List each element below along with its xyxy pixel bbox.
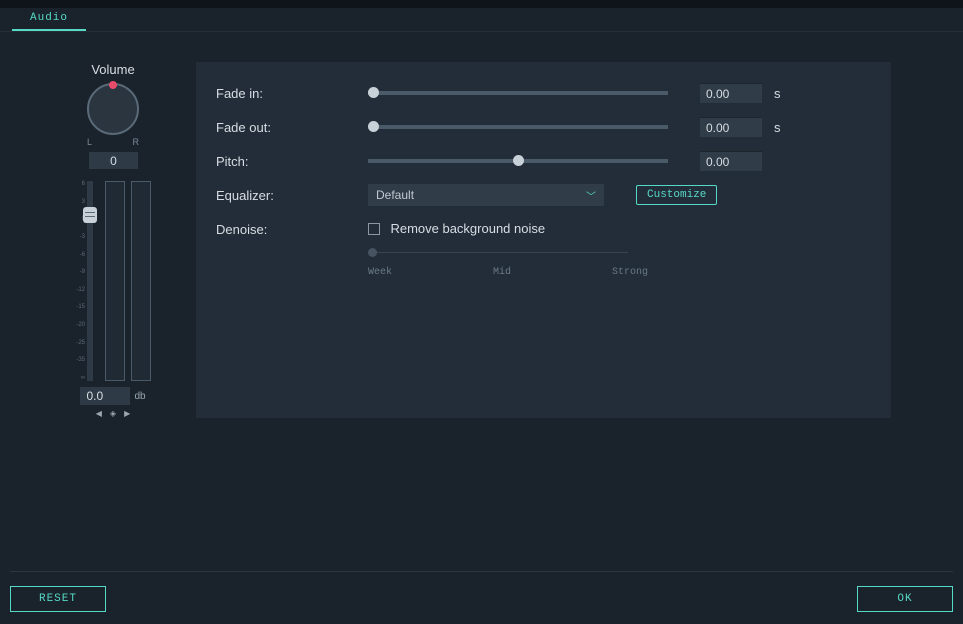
volume-slider-track[interactable] [87, 181, 93, 381]
fade-in-label: Fade in: [216, 86, 356, 101]
scale-tick: -6 [73, 252, 85, 258]
fade-out-thumb[interactable] [368, 121, 379, 132]
meter-right [131, 181, 151, 381]
scale-tick: 3 [73, 199, 85, 205]
balance-value-input[interactable]: 0 [88, 151, 138, 169]
db-row: 0.0 db [80, 387, 145, 405]
volume-title: Volume [91, 62, 134, 77]
denoise-level-strong: Strong [612, 267, 648, 278]
denoise-strength-labels: Week Mid Strong [368, 267, 648, 278]
audio-settings-panel: Fade in: 0.00 s Fade out: 0.00 s Pitch: … [196, 62, 891, 418]
equalizer-label: Equalizer: [216, 188, 356, 203]
fade-in-value-input[interactable]: 0.00 [700, 83, 762, 103]
fade-in-row: Fade in: 0.00 s [216, 76, 871, 110]
keyframe-prev-icon[interactable]: ◀ [96, 409, 102, 418]
pitch-row: Pitch: 0.00 [216, 144, 871, 178]
pitch-thumb[interactable] [513, 155, 524, 166]
denoise-level-weak: Week [368, 267, 392, 278]
fade-in-unit: s [774, 86, 781, 101]
fade-in-slider[interactable] [368, 91, 668, 95]
denoise-checkbox[interactable] [368, 223, 380, 235]
scale-tick: -35 [73, 357, 85, 363]
balance-left-label: L [87, 137, 92, 147]
fade-out-unit: s [774, 120, 781, 135]
db-unit-label: db [134, 391, 145, 402]
denoise-checkbox-label: Remove background noise [390, 221, 545, 236]
footer-bar: RESET OK [10, 571, 953, 612]
volume-panel: Volume L R 0 6 3 0 -3 -6 -9 -12 -15 -20 … [58, 62, 168, 418]
denoise-strength-slider[interactable] [368, 252, 628, 253]
keyframe-next-icon[interactable]: ▶ [124, 409, 130, 418]
scale-tick: -15 [73, 304, 85, 310]
equalizer-select[interactable]: Default ﹀ [368, 184, 604, 206]
pitch-label: Pitch: [216, 154, 356, 169]
denoise-row: Denoise: Remove background noise [216, 212, 871, 246]
db-value-input[interactable]: 0.0 [80, 387, 130, 405]
fade-in-thumb[interactable] [368, 87, 379, 98]
denoise-strength-thumb[interactable] [368, 248, 377, 257]
tab-bar: Audio [0, 8, 963, 32]
ok-button[interactable]: OK [857, 586, 953, 612]
keyframe-add-icon[interactable]: ◈ [110, 409, 116, 418]
fade-out-slider[interactable] [368, 125, 668, 129]
scale-tick: ∞ [73, 375, 85, 381]
balance-right-label: R [133, 137, 140, 147]
equalizer-selected-value: Default [376, 188, 414, 202]
fade-out-label: Fade out: [216, 120, 356, 135]
volume-nav-icons: ◀ ◈ ▶ [96, 409, 130, 418]
fade-out-row: Fade out: 0.00 s [216, 110, 871, 144]
customize-button[interactable]: Customize [636, 185, 717, 205]
meter-left [105, 181, 125, 381]
balance-lr-labels: L R [87, 137, 139, 147]
scale-tick: 6 [73, 181, 85, 187]
scale-tick: -20 [73, 322, 85, 328]
equalizer-row: Equalizer: Default ﹀ Customize [216, 178, 871, 212]
scale-tick: -3 [73, 234, 85, 240]
scale-tick: -25 [73, 340, 85, 346]
pitch-value-input[interactable]: 0.00 [700, 151, 762, 171]
content-area: Volume L R 0 6 3 0 -3 -6 -9 -12 -15 -20 … [0, 32, 963, 418]
balance-dial[interactable] [87, 83, 139, 135]
pitch-slider[interactable] [368, 159, 668, 163]
fade-out-value-input[interactable]: 0.00 [700, 117, 762, 137]
denoise-checkbox-wrap[interactable]: Remove background noise [368, 220, 545, 238]
window-topbar [0, 0, 963, 8]
tab-audio[interactable]: Audio [12, 8, 86, 31]
scale-tick: -9 [73, 269, 85, 275]
volume-meters: 6 3 0 -3 -6 -9 -12 -15 -20 -25 -35 ∞ [73, 181, 153, 381]
reset-button[interactable]: RESET [10, 586, 106, 612]
scale-tick: -12 [73, 287, 85, 293]
denoise-strength-group: Week Mid Strong [368, 252, 871, 278]
chevron-down-icon: ﹀ [586, 188, 596, 203]
balance-dial-indicator [109, 81, 117, 89]
denoise-level-mid: Mid [493, 267, 511, 278]
volume-slider-thumb[interactable] [83, 207, 97, 223]
denoise-label: Denoise: [216, 222, 356, 237]
